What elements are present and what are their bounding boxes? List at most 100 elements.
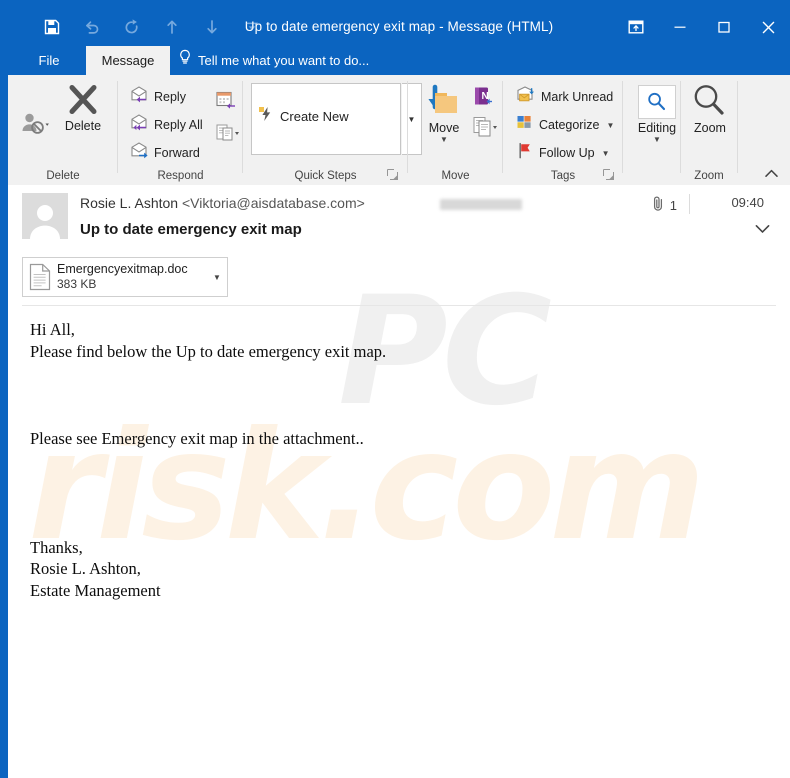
attachment-count-value: 1 bbox=[669, 197, 677, 213]
quick-access-toolbar bbox=[32, 8, 272, 46]
follow-up-caret-icon[interactable]: ▼ bbox=[602, 149, 610, 158]
meeting-icon[interactable] bbox=[214, 89, 238, 111]
ribbon-group-respond: Reply Reply All Forward Respond bbox=[118, 75, 243, 185]
sender-line: Rosie L. Ashton <Viktoria@aisdatabase.co… bbox=[80, 195, 365, 211]
reply-all-button[interactable]: Reply All bbox=[126, 112, 206, 138]
outlook-message-window: Up to date emergency exit map - Message … bbox=[0, 0, 790, 778]
ribbon-group-label-zoom: Zoom bbox=[694, 170, 724, 182]
group-separator bbox=[680, 81, 681, 173]
move-label: Move bbox=[428, 121, 460, 135]
avatar bbox=[22, 193, 68, 239]
recipient-redacted bbox=[440, 199, 522, 210]
editing-caret-icon[interactable]: ▼ bbox=[653, 136, 661, 144]
attachment-item[interactable]: Emergencyexitmap.doc 383 KB ▼ bbox=[22, 257, 228, 297]
lightbulb-icon bbox=[178, 46, 192, 75]
editing-label: Editing bbox=[637, 121, 677, 135]
flag-icon bbox=[516, 142, 534, 164]
ribbon-group-move: Move ▼ N Move bbox=[408, 75, 503, 185]
title-bar: Up to date emergency exit map - Message … bbox=[8, 8, 790, 46]
sender-name: Rosie L. Ashton bbox=[80, 195, 179, 211]
reply-all-label: Reply All bbox=[154, 118, 203, 132]
paperclip-icon bbox=[652, 195, 665, 215]
zoom-button[interactable]: Zoom bbox=[685, 83, 735, 135]
lightning-bolt-icon bbox=[258, 106, 274, 127]
attachment-count: 1 bbox=[652, 195, 677, 215]
group-separator bbox=[737, 81, 738, 173]
message-time: 09:40 bbox=[731, 195, 764, 210]
tell-me-label: Tell me what you want to do... bbox=[198, 53, 370, 68]
follow-up-label: Follow Up bbox=[539, 146, 595, 160]
categorize-icon bbox=[516, 114, 534, 136]
message-body: Hi All, Please find below the Up to date… bbox=[30, 320, 387, 601]
minimize-icon[interactable] bbox=[658, 8, 702, 46]
onenote-icon[interactable]: N bbox=[470, 85, 496, 109]
expand-header-chevron-icon[interactable] bbox=[755, 221, 770, 237]
subject-line: Up to date emergency exit map bbox=[80, 221, 302, 238]
redo-icon[interactable] bbox=[112, 12, 152, 42]
quick-steps-gallery[interactable]: Create New bbox=[251, 83, 401, 155]
categorize-caret-icon[interactable]: ▼ bbox=[606, 121, 614, 130]
mark-unread-icon bbox=[516, 86, 536, 108]
message-header: Rosie L. Ashton <Viktoria@aisdatabase.co… bbox=[8, 185, 790, 251]
mark-unread-label: Mark Unread bbox=[541, 90, 614, 104]
reply-all-icon bbox=[129, 114, 149, 136]
mark-unread-button[interactable]: Mark Unread bbox=[513, 84, 616, 110]
forward-label: Forward bbox=[154, 146, 200, 160]
ribbon-tab-strip: File Message Tell me what you want to do… bbox=[8, 46, 790, 75]
rules-icon[interactable] bbox=[470, 115, 500, 139]
ribbon-group-label-move: Move bbox=[441, 170, 470, 182]
tell-me-search[interactable]: Tell me what you want to do... bbox=[178, 46, 369, 75]
collapse-ribbon-icon[interactable] bbox=[760, 163, 782, 183]
create-new-quick-step[interactable]: Create New bbox=[258, 106, 349, 127]
sender-email: <Viktoria@aisdatabase.com> bbox=[181, 195, 365, 211]
ribbon-group-zoom: Editing ▼ Zoom Zoom bbox=[623, 75, 738, 185]
create-new-label: Create New bbox=[280, 109, 349, 124]
reading-pane: PC risk.com Rosie L. Ashton <Viktoria@ai… bbox=[8, 185, 790, 778]
categorize-button[interactable]: Categorize ▼ bbox=[513, 112, 617, 138]
attachment-filename: Emergencyexitmap.doc bbox=[57, 261, 188, 276]
categorize-label: Categorize bbox=[539, 118, 600, 132]
undo-icon[interactable] bbox=[72, 12, 112, 42]
customize-quick-access-icon[interactable] bbox=[232, 12, 272, 42]
attachment-size: 383 KB bbox=[57, 277, 97, 292]
tags-dialog-launcher[interactable] bbox=[602, 168, 615, 181]
forward-icon bbox=[129, 142, 149, 164]
ribbon-group-delete: Delete Delete bbox=[8, 75, 118, 185]
reply-label: Reply bbox=[154, 90, 186, 104]
ribbon-group-label-quick-steps: Quick Steps bbox=[294, 170, 357, 182]
next-item-icon[interactable] bbox=[192, 12, 232, 42]
move-caret-icon[interactable]: ▼ bbox=[440, 136, 448, 144]
ignore-icon[interactable] bbox=[18, 109, 52, 139]
editing-button[interactable]: Editing ▼ bbox=[631, 85, 683, 144]
attachment-menu-caret-icon[interactable]: ▼ bbox=[207, 273, 227, 282]
forward-button[interactable]: Forward bbox=[126, 140, 203, 166]
reply-button[interactable]: Reply bbox=[126, 84, 189, 110]
follow-up-button[interactable]: Follow Up ▼ bbox=[513, 140, 613, 166]
window-controls bbox=[614, 8, 790, 46]
delete-button[interactable]: Delete bbox=[54, 83, 112, 133]
header-separator bbox=[689, 194, 690, 214]
ribbon-group-quick-steps: Create New ▼ Quick Steps bbox=[243, 75, 422, 185]
previous-item-icon[interactable] bbox=[152, 12, 192, 42]
attachment-divider bbox=[22, 305, 776, 306]
ribbon-display-options-icon[interactable] bbox=[614, 8, 658, 46]
ribbon: Delete Delete Reply Reply All Forward Re… bbox=[8, 75, 790, 186]
more-respond-icon[interactable] bbox=[214, 122, 242, 144]
document-icon bbox=[23, 263, 57, 291]
editing-icon bbox=[638, 85, 676, 119]
svg-text:N: N bbox=[482, 91, 489, 102]
quick-steps-dialog-launcher[interactable] bbox=[386, 168, 399, 181]
ribbon-group-label-delete: Delete bbox=[46, 170, 80, 182]
zoom-label: Zoom bbox=[694, 121, 726, 135]
delete-label: Delete bbox=[64, 119, 102, 133]
maximize-icon[interactable] bbox=[702, 8, 746, 46]
attachment-meta: Emergencyexitmap.doc 383 KB bbox=[57, 262, 207, 293]
ribbon-group-tags: Mark Unread Categorize ▼ Follow Up ▼ Tag… bbox=[503, 75, 623, 185]
ribbon-group-label-respond: Respond bbox=[157, 170, 204, 182]
tab-file[interactable]: File bbox=[22, 46, 76, 75]
save-icon[interactable] bbox=[32, 12, 72, 42]
close-icon[interactable] bbox=[746, 8, 790, 46]
reply-icon bbox=[129, 86, 149, 108]
move-button[interactable]: Move ▼ bbox=[416, 83, 472, 144]
tab-message[interactable]: Message bbox=[86, 46, 170, 75]
